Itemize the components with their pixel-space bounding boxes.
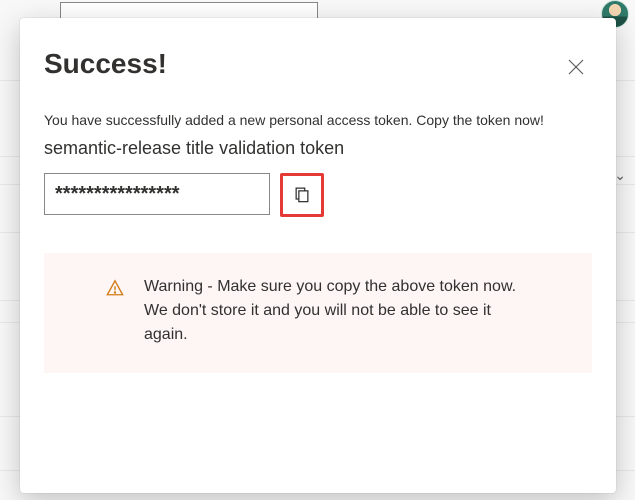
warning-icon [106,279,124,302]
copy-button-highlight [280,173,324,217]
warning-text: Warning - Make sure you copy the above t… [104,275,524,351]
chevron-down-icon: ⌄ [614,167,626,184]
close-icon [568,59,584,78]
close-button[interactable] [560,52,592,84]
token-row [44,173,592,217]
success-modal: Success! You have successfully added a n… [20,18,616,493]
modal-title: Success! [44,48,167,80]
modal-description: You have successfully added a new person… [44,112,592,128]
modal-header: Success! [44,48,592,84]
token-name-label: semantic-release title validation token [44,138,592,159]
copy-icon [293,185,311,206]
copy-token-button[interactable] [287,180,317,210]
warning-panel: Warning - Make sure you copy the above t… [44,253,592,373]
token-value-input[interactable] [44,173,270,215]
